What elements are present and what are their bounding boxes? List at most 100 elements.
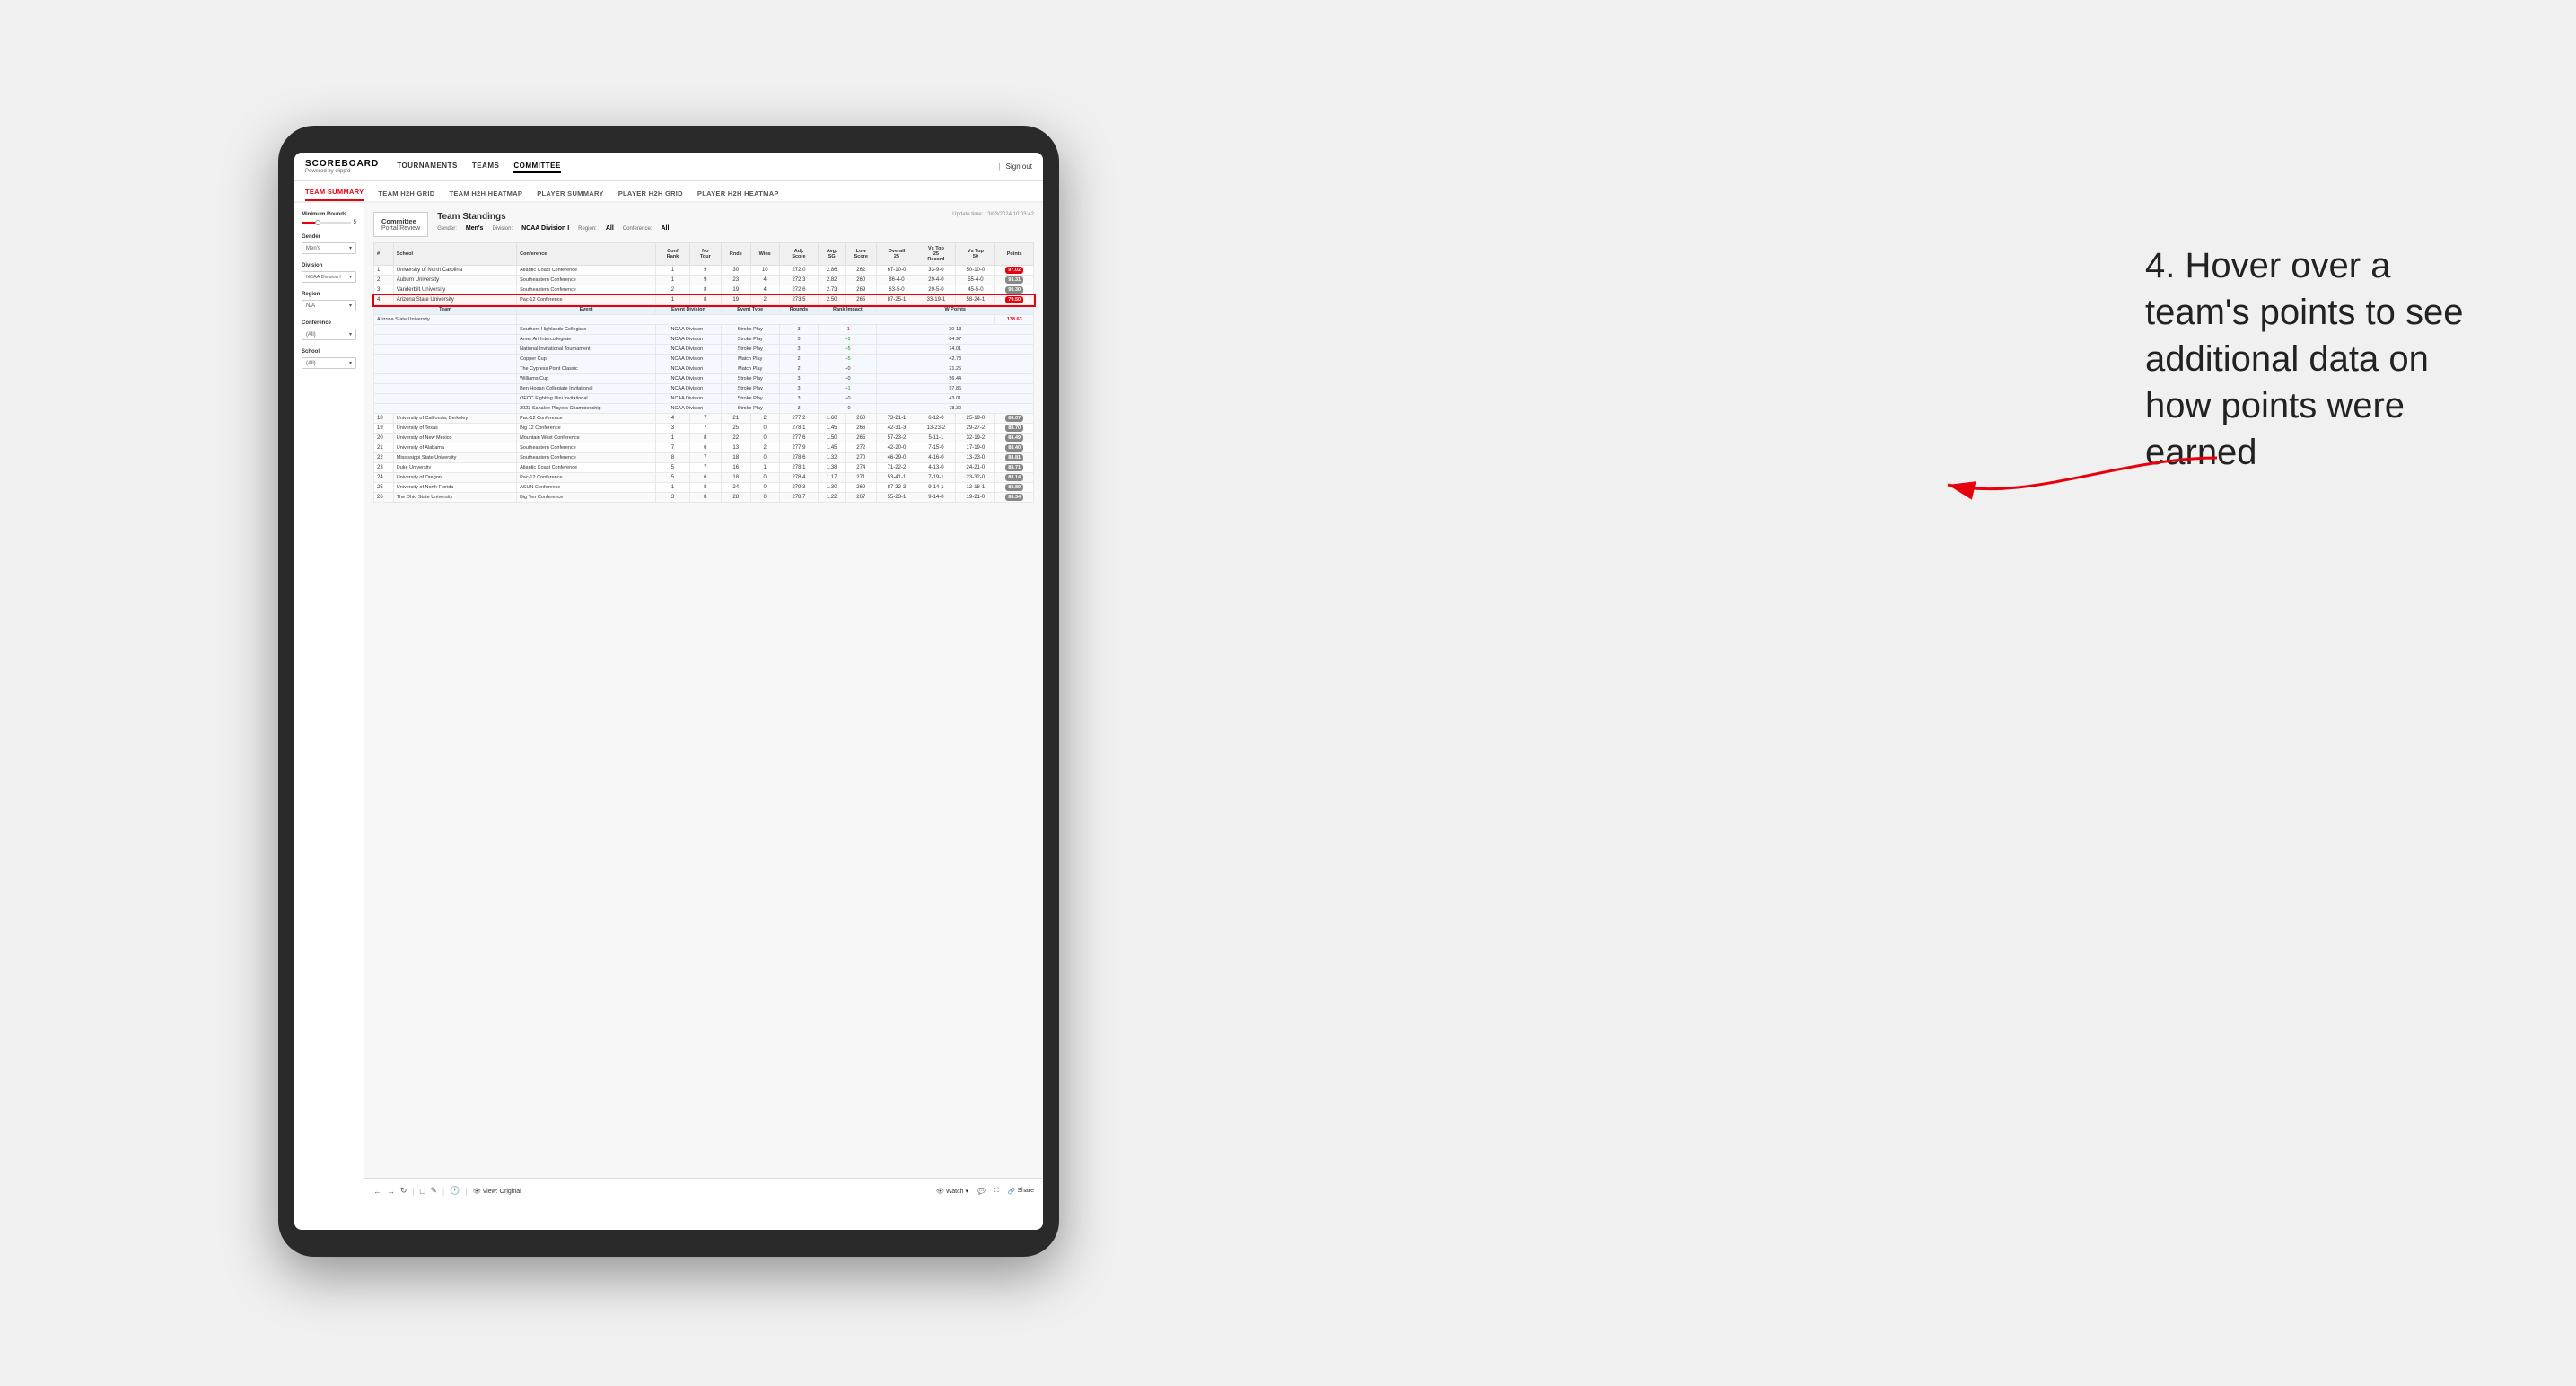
nav-bar: SCOREBOARD Powered by clipp'd TOURNAMENT… [294,153,1043,181]
copy-button[interactable]: □ [420,1187,425,1196]
range-value: 5 [354,220,356,225]
col-adj-score: Adj.Score [779,243,819,266]
conference-filter-label: Conference: [623,226,653,232]
col-conf-rank: ConfRank [656,243,690,266]
table-row: 1 University of North Carolina Atlantic … [374,266,1034,276]
app-logo-sub: Powered by clipp'd [305,169,379,174]
gender-filter-label: Gender: [437,226,457,232]
tooltip-row: Williams Cup NCAA Division I Stroke Play… [374,374,1034,384]
sidebar-min-rounds: Minimum Rounds 5 [302,212,356,225]
points-value: 88.34 [1005,494,1023,501]
gender-filter-value: Men's [466,225,484,232]
col-points: Points [995,243,1034,266]
conference-filter-value: All [661,225,669,232]
content-area: Committee Portal Review Team Standings G… [364,203,1043,1203]
tab-team-h2h-heatmap[interactable]: TEAM H2H HEATMAP [449,189,522,201]
separator3: | [465,1187,467,1196]
points-value-highlighted: 79.50 [1005,296,1023,303]
tab-player-h2h-grid[interactable]: PLAYER H2H GRID [618,189,683,201]
col-avg-sg: Avg.SG [819,243,846,266]
division-select[interactable]: NCAA Division I ▾ [302,271,356,283]
sidebar: Minimum Rounds 5 Gender Men's ▾ [294,203,364,1203]
col-vs-top-50: Vs Top50 [956,243,995,266]
view-button[interactable]: 👁 View: Original [473,1188,521,1195]
watch-button[interactable]: 👁 Watch ▾ [936,1188,968,1195]
comment-button[interactable]: 💬 [977,1188,986,1195]
division-filter-label: Division: [492,226,513,232]
tab-team-summary[interactable]: TEAM SUMMARY [305,188,364,201]
chevron-down-icon: ▾ [349,274,352,280]
fullscreen-button[interactable]: ⛶ [994,1188,999,1195]
chevron-down-icon: ▾ [349,245,352,251]
tooltip-row: Southern Highlands Collegiate NCAA Divis… [374,325,1034,335]
share-button[interactable]: 🔗 Share [1008,1188,1034,1195]
refresh-button[interactable]: ↻ [400,1186,407,1196]
col-school: School [393,243,516,266]
chevron-down-icon: ▾ [349,331,352,338]
standings-title: Team Standings [437,212,669,222]
sidebar-region: Region N/A ▾ [302,292,356,311]
standings-table: # School Conference ConfRank NoTour Rnds… [373,242,1034,503]
table-row: 3 Vanderbilt University Southeastern Con… [374,285,1034,295]
points-value: 90.30 [1005,286,1023,294]
tab-player-h2h-heatmap[interactable]: PLAYER H2H HEATMAP [697,189,779,201]
table-row: 19 University of Texas Big 12 Conference… [374,424,1034,434]
points-value: 88.07 [1005,415,1023,422]
clock-icon: 🕐 [450,1186,460,1196]
tooltip-section-header: Team Event Event Division Event Type Rou… [374,305,1034,315]
content-panel: Committee Portal Review Team Standings G… [364,203,1043,1178]
points-value: 88.70 [1005,425,1023,432]
edit-button[interactable]: ✎ [430,1186,437,1196]
annotation-text: 4. Hover over a team's points to see add… [2145,242,2486,476]
sub-nav: TEAM SUMMARY TEAM H2H GRID TEAM H2H HEAT… [294,181,1043,203]
table-row: 20 University of New Mexico Mountain Wes… [374,434,1034,443]
table-row: 21 University of Alabama Southeastern Co… [374,443,1034,453]
region-select[interactable]: N/A ▾ [302,300,356,311]
range-bar[interactable] [302,222,351,224]
chevron-down-icon: ▾ [349,360,352,366]
toolbar-right: 👁 Watch ▾ 💬 ⛶ 🔗 Share [936,1188,1034,1195]
tooltip-row: Arizona State University 138.63 [374,315,1034,325]
sign-out-button[interactable]: Sign out [1006,162,1032,171]
logo-area: SCOREBOARD Powered by clipp'd [305,159,379,174]
main-content: Minimum Rounds 5 Gender Men's ▾ [294,203,1043,1203]
col-vs-top-25: Vs Top25Record [916,243,956,266]
nav-committee[interactable]: COMMITTEE [513,160,561,173]
col-rnds: Rnds [721,243,750,266]
school-select[interactable]: (All) ▾ [302,357,356,369]
tab-team-h2h-grid[interactable]: TEAM H2H GRID [378,189,434,201]
tooltip-row: Amer Art Intercollegiate NCAA Division I… [374,335,1034,345]
division-filter-value: NCAA Division I [521,225,569,232]
table-row: 25 University of North Florida ASUN Conf… [374,483,1034,493]
chevron-down-icon: ▾ [349,303,352,309]
conference-select[interactable]: (All) ▾ [302,329,356,340]
app-logo: SCOREBOARD [305,159,379,169]
nav-teams[interactable]: TEAMS [472,160,500,173]
gender-select[interactable]: Men's ▾ [302,242,356,254]
points-value: 88.89 [1005,484,1023,491]
table-row-highlighted: 4 Arizona State University Pac-12 Confer… [374,295,1034,305]
portal-title: Committee [381,217,420,225]
points-value: 88.14 [1005,474,1023,481]
table-row: 22 Mississippi State University Southeas… [374,453,1034,463]
tooltip-row: 2023 Sahalee Players Championship NCAA D… [374,404,1034,414]
table-row: 18 University of California, Berkeley Pa… [374,414,1034,424]
sidebar-school: School (All) ▾ [302,349,356,369]
tooltip-row: The Cypress Point Classic NCAA Division … [374,364,1034,374]
region-filter-value: All [606,225,614,232]
table-row: 26 The Ohio State University Big Ten Con… [374,493,1034,503]
nav-tournaments[interactable]: TOURNAMENTS [397,160,458,173]
forward-button[interactable]: → [387,1187,395,1196]
points-value: 88.71 [1005,464,1023,471]
tablet-screen: SCOREBOARD Powered by clipp'd TOURNAMENT… [294,153,1043,1230]
col-wins: Wins [750,243,779,266]
points-value: 88.49 [1005,434,1023,442]
points-value: 88.40 [1005,444,1023,452]
bottom-toolbar: ← → ↻ | □ ✎ | 🕐 | 👁 View: Original 👁 Wat… [364,1178,1043,1203]
points-value: 93.31 [1005,276,1023,284]
separator: | [413,1187,415,1196]
back-button[interactable]: ← [373,1187,381,1196]
tab-player-summary[interactable]: PLAYER SUMMARY [537,189,604,201]
portal-subtitle: Portal Review [381,225,420,232]
filter-row: Gender: Men's Division: NCAA Division I … [437,225,669,232]
